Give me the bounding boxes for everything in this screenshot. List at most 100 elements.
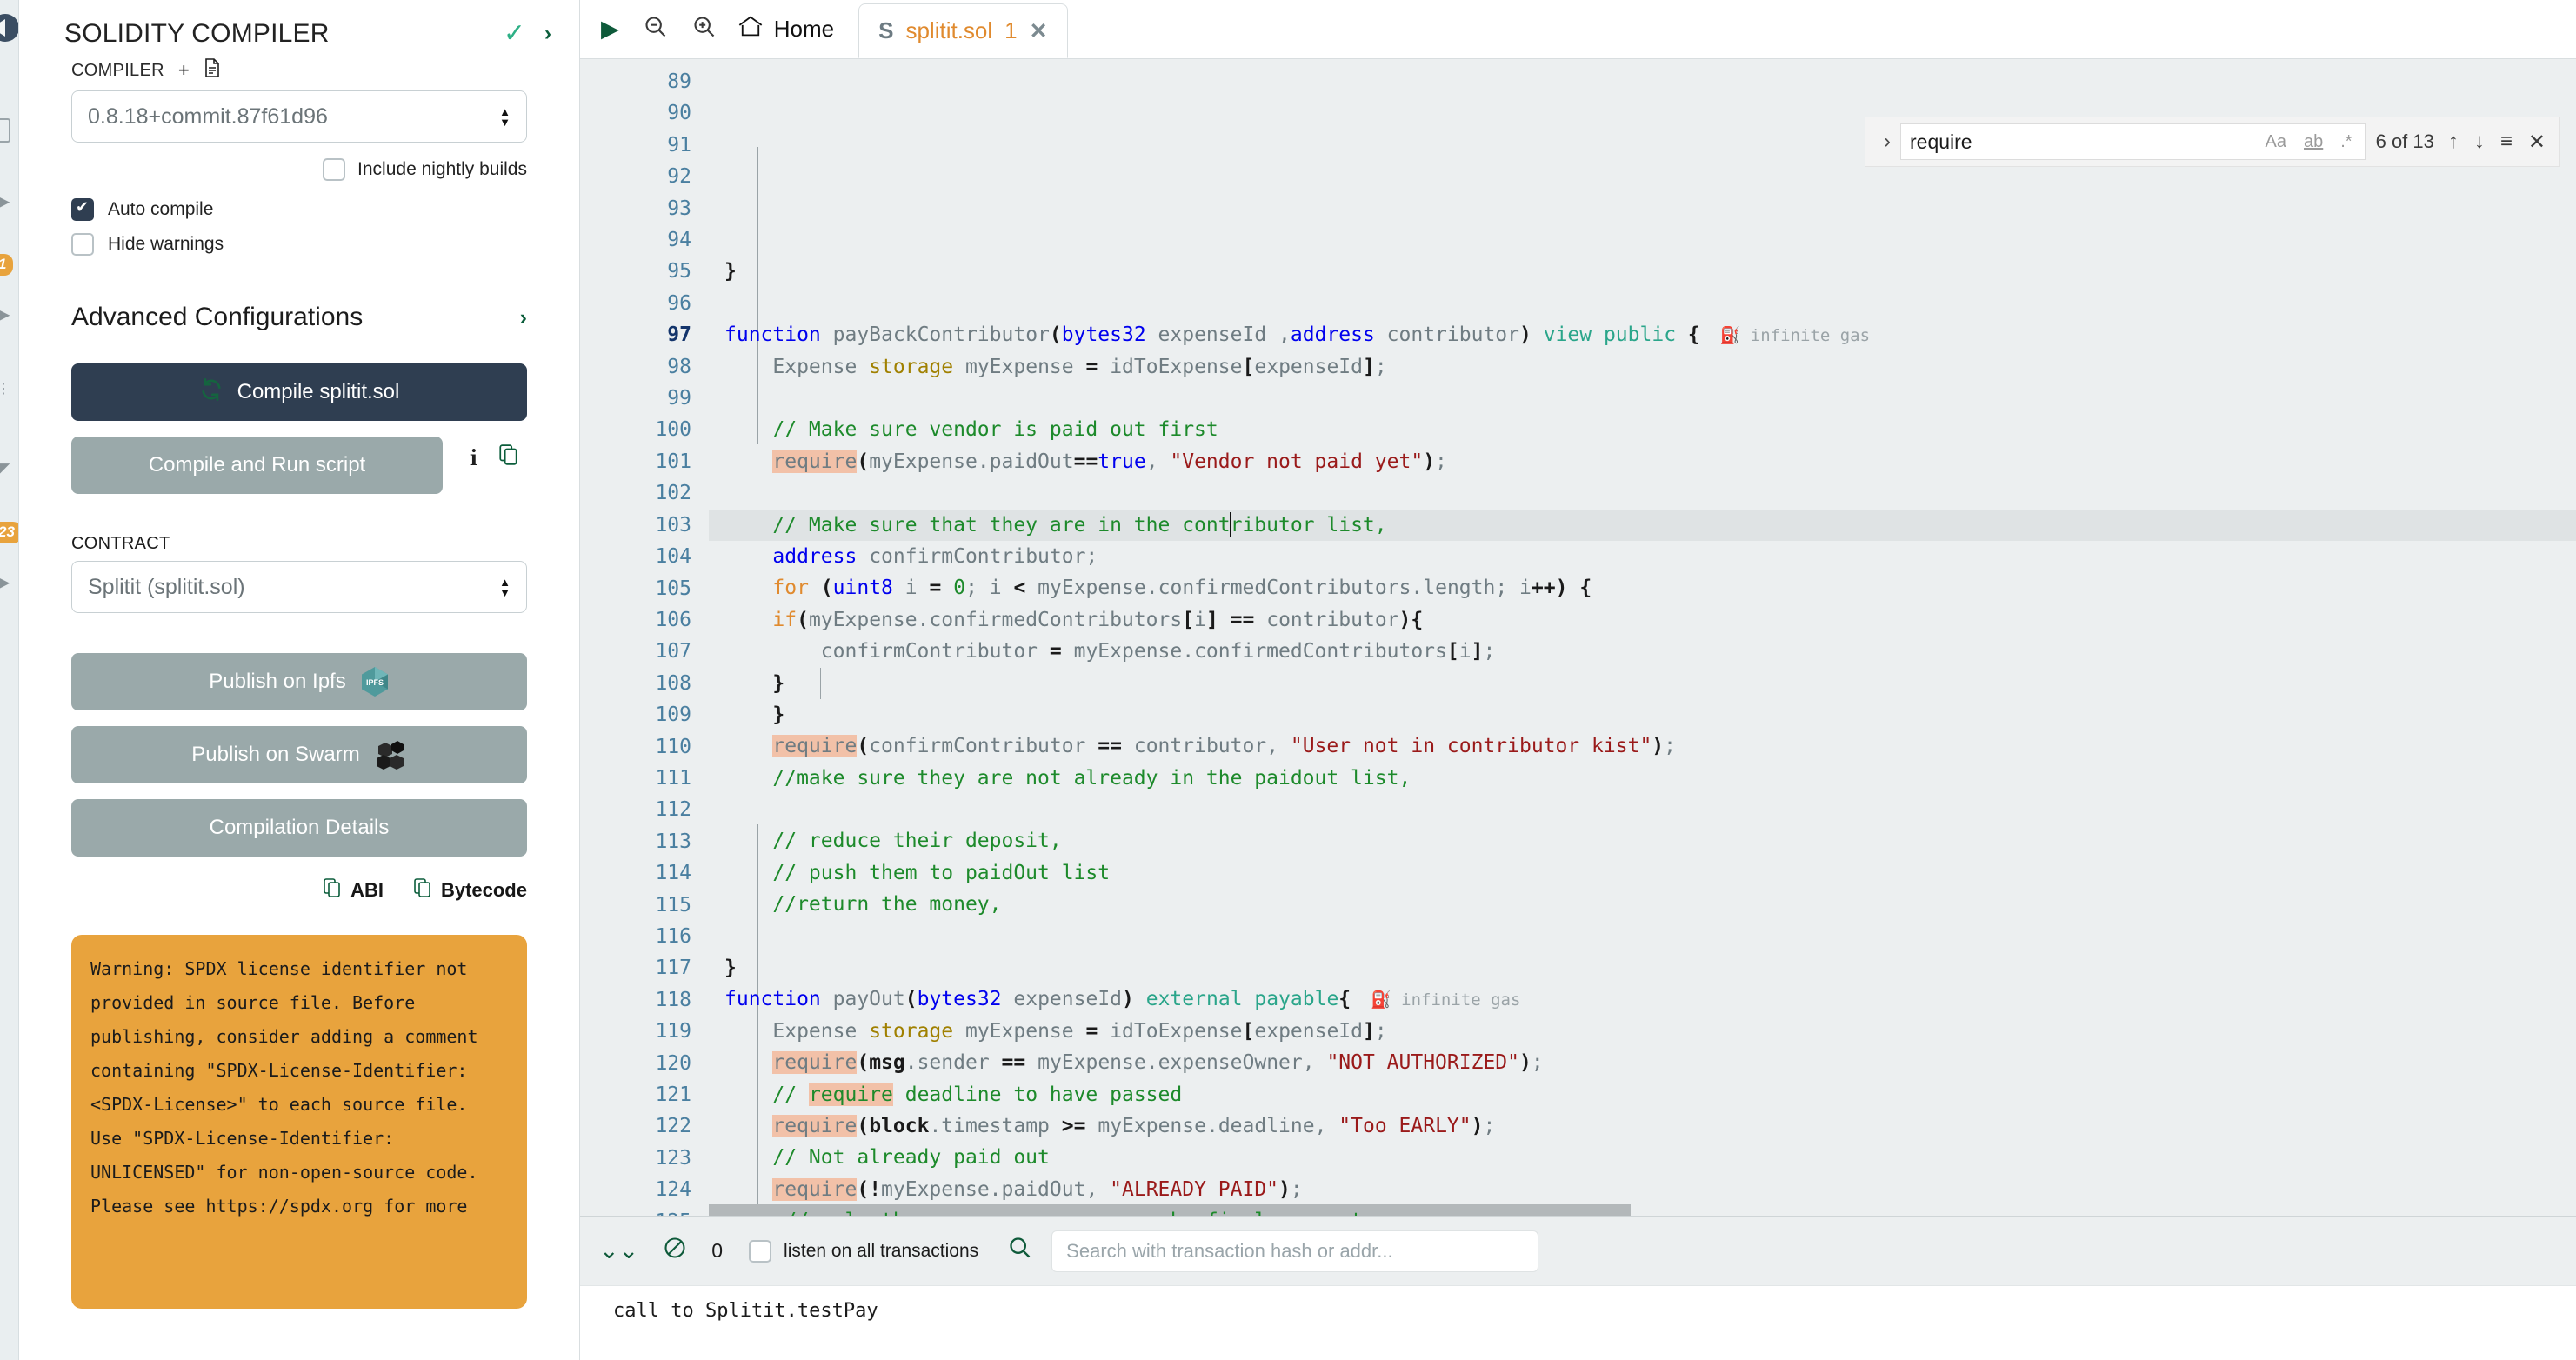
line-number: 94 bbox=[667, 229, 691, 252]
play-icon[interactable]: ▶ bbox=[601, 17, 619, 41]
line-number: 96 bbox=[667, 291, 691, 315]
code-line[interactable]: if(myExpense.confirmedContributors[i] ==… bbox=[724, 604, 2576, 636]
code-line[interactable]: confirmContributor = myExpense.confirmed… bbox=[724, 636, 2576, 667]
whole-word-icon[interactable]: ab bbox=[2300, 132, 2326, 152]
line-number: 109 bbox=[655, 703, 691, 727]
arrow-down-icon[interactable]: ↓ bbox=[2474, 130, 2485, 154]
listen-transactions-toggle[interactable]: listen on all transactions bbox=[749, 1239, 978, 1263]
rail-flag-icon[interactable]: ◤ bbox=[0, 461, 10, 478]
listen-transactions-checkbox[interactable] bbox=[749, 1239, 772, 1263]
arrow-up-icon[interactable]: ↑ bbox=[2448, 130, 2459, 154]
code-line[interactable]: address confirmContributor; bbox=[724, 541, 2576, 572]
chevron-right-icon[interactable]: › bbox=[544, 22, 551, 46]
code-line[interactable]: for (uint8 i = 0; i < myExpense.confirme… bbox=[724, 572, 2576, 603]
publish-swarm-button[interactable]: Publish on Swarm bbox=[71, 726, 527, 783]
auto-compile-checkbox[interactable] bbox=[71, 198, 94, 221]
code-line[interactable]: } bbox=[724, 256, 2576, 287]
zoom-in-icon[interactable] bbox=[692, 15, 717, 43]
code-line[interactable]: // push them to paidOut list bbox=[724, 857, 2576, 889]
compile-button[interactable]: Compile splitit.sol bbox=[71, 363, 527, 421]
advanced-configurations-section[interactable]: Advanced Configurations › bbox=[47, 303, 551, 332]
code-line[interactable]: function payBackContributor(bytes32 expe… bbox=[724, 319, 2576, 350]
compile-run-script-button[interactable]: Compile and Run script bbox=[71, 437, 443, 494]
code-line[interactable]: // require deadline to have passed bbox=[724, 1079, 2576, 1110]
code-line[interactable]: Expense storage myExpense = idToExpense[… bbox=[724, 351, 2576, 383]
match-case-icon[interactable]: Aa bbox=[2262, 132, 2290, 152]
hide-warnings-row[interactable]: Hide warnings bbox=[47, 233, 551, 256]
find-input[interactable]: require Aa ab .* bbox=[1900, 123, 2366, 160]
home-tab[interactable]: Home bbox=[737, 0, 858, 58]
contract-select[interactable]: Splitit (splitit.sol) ▲ ▼ bbox=[71, 561, 527, 613]
ban-icon[interactable] bbox=[663, 1236, 687, 1266]
compiler-version-select[interactable]: 0.8.18+commit.87f61d96 ▲ ▼ bbox=[71, 90, 527, 143]
file-icon[interactable] bbox=[204, 57, 221, 83]
find-widget[interactable]: › require Aa ab .* 6 of 13 ↑ ↓ ≡ ✕ bbox=[1865, 117, 2560, 167]
code-line[interactable] bbox=[724, 383, 2576, 414]
code-line[interactable] bbox=[724, 477, 2576, 509]
close-icon[interactable]: ✕ bbox=[2528, 130, 2546, 155]
publish-ipfs-button[interactable]: Publish on Ipfs IPFS bbox=[71, 653, 527, 710]
code-line[interactable]: Expense storage myExpense = idToExpense[… bbox=[724, 1016, 2576, 1047]
code-line[interactable]: // Not already paid out bbox=[724, 1142, 2576, 1173]
include-nightly-label: Include nightly builds bbox=[357, 159, 527, 179]
code-line[interactable]: // Make sure that they are in the contri… bbox=[709, 509, 2576, 541]
code-line[interactable]: require(msg.sender == myExpense.expenseO… bbox=[724, 1047, 2576, 1078]
page-title: SOLIDITY COMPILER bbox=[64, 19, 330, 48]
code-line[interactable]: // only the expense owner can make final… bbox=[724, 1205, 2576, 1216]
selection-find-icon[interactable]: ≡ bbox=[2500, 130, 2513, 154]
code-line[interactable] bbox=[724, 794, 2576, 825]
transaction-search-input[interactable]: Search with transaction hash or addr... bbox=[1051, 1230, 1539, 1272]
code-editor[interactable]: › require Aa ab .* 6 of 13 ↑ ↓ ≡ ✕ 89 90 9… bbox=[580, 59, 2576, 1216]
chevron-right-icon[interactable]: › bbox=[520, 305, 527, 330]
close-icon[interactable]: ✕ bbox=[1030, 18, 1048, 44]
line-number: 90 bbox=[667, 102, 691, 125]
code-line[interactable]: require(block.timestamp >= myExpense.dea… bbox=[724, 1110, 2576, 1142]
code-line[interactable]: } bbox=[724, 699, 2576, 730]
code-line[interactable]: } bbox=[724, 668, 2576, 699]
line-number: 105 bbox=[655, 577, 691, 600]
code-line[interactable]: require(!myExpense.paidOut, "ALREADY PAI… bbox=[724, 1174, 2576, 1205]
gas-pump-icon: ⛽ bbox=[1371, 990, 1391, 1010]
code-line[interactable]: //make sure they are not already in the … bbox=[724, 763, 2576, 794]
code-line[interactable]: require(myExpense.paidOut==true, "Vendor… bbox=[724, 446, 2576, 477]
regex-icon[interactable]: .* bbox=[2337, 132, 2355, 152]
code-line[interactable] bbox=[724, 921, 2576, 952]
compilation-details-button[interactable]: Compilation Details bbox=[71, 799, 527, 857]
copy-icon bbox=[413, 877, 432, 903]
auto-compile-row[interactable]: Auto compile bbox=[47, 198, 551, 221]
info-icon[interactable]: i bbox=[470, 444, 477, 471]
rail-caret-icon-1[interactable]: ▶ bbox=[0, 193, 10, 210]
left-icon-rail[interactable]: ▶ 1 ▶ ⋮ ◤ 23 ▶ bbox=[0, 0, 19, 1360]
chevron-updown-icon: ▲ ▼ bbox=[499, 104, 511, 129]
code-line[interactable] bbox=[724, 288, 2576, 319]
plus-icon[interactable]: + bbox=[178, 59, 190, 82]
line-number: 92 bbox=[667, 165, 691, 189]
zoom-out-icon[interactable] bbox=[644, 15, 668, 43]
remix-logo-icon[interactable] bbox=[0, 10, 18, 49]
search-icon bbox=[1008, 1236, 1032, 1266]
chevrons-down-icon[interactable]: ⌄⌄ bbox=[599, 1237, 638, 1264]
rail-file-icon[interactable] bbox=[0, 118, 10, 143]
code-line[interactable]: } bbox=[724, 952, 2576, 983]
rail-caret-icon-3[interactable]: ▶ bbox=[0, 574, 10, 591]
include-nightly-row[interactable]: Include nightly builds bbox=[47, 143, 551, 181]
code-line[interactable]: require(confirmContributor == contributo… bbox=[724, 730, 2576, 762]
code-content[interactable]: } function payBackContributor(bytes32 ex… bbox=[709, 59, 2576, 1216]
copy-icon bbox=[323, 877, 342, 903]
chevron-right-icon[interactable]: › bbox=[1874, 130, 1900, 154]
rail-dots-icon[interactable]: ⋮ bbox=[0, 383, 10, 397]
include-nightly-checkbox[interactable] bbox=[323, 158, 346, 181]
copy-bytecode-button[interactable]: Bytecode bbox=[413, 877, 527, 903]
line-number: 121 bbox=[655, 1083, 691, 1106]
code-line[interactable]: // reduce their deposit, bbox=[724, 825, 2576, 857]
line-number: 112 bbox=[655, 798, 691, 822]
hide-warnings-checkbox[interactable] bbox=[71, 233, 94, 256]
code-line[interactable]: function payOut(bytes32 expenseId) exter… bbox=[724, 983, 2576, 1015]
tab-splitit-sol[interactable]: S splitit.sol 1 ✕ bbox=[858, 3, 1068, 58]
copy-abi-button[interactable]: ABI bbox=[323, 877, 384, 903]
rail-caret-icon-2[interactable]: ▶ bbox=[0, 306, 10, 323]
code-line[interactable]: //return the money, bbox=[724, 889, 2576, 920]
copy-icon[interactable] bbox=[498, 443, 519, 472]
code-line[interactable]: // Make sure vendor is paid out first bbox=[724, 414, 2576, 445]
compiler-section-label: COMPILER + bbox=[47, 57, 551, 83]
